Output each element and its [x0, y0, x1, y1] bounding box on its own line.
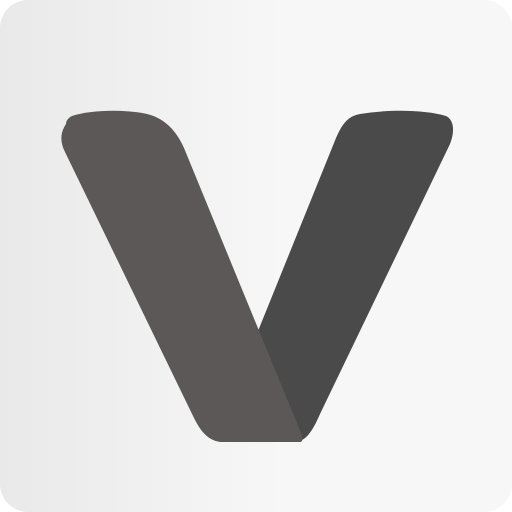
app-icon-tile — [0, 0, 512, 512]
v-right-stroke — [256, 110, 454, 441]
v-logo-icon — [61, 110, 454, 442]
v-left-stroke — [61, 110, 303, 442]
